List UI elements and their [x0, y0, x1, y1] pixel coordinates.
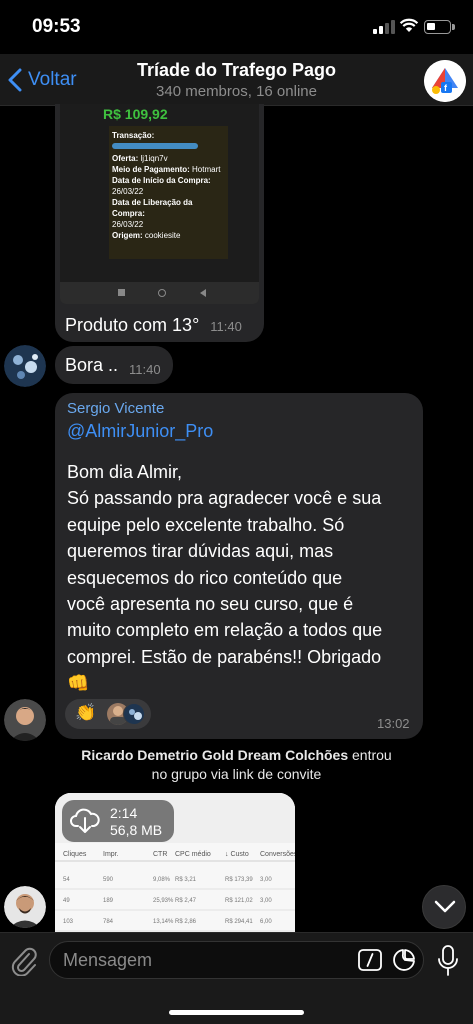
message-text: Bom dia Almir, Só passando pra agradecer…: [67, 462, 383, 694]
redacted-transaction: [112, 143, 198, 149]
table-cell: 3,00: [260, 898, 272, 904]
wifi-icon: [399, 18, 419, 32]
back-button[interactable]: Voltar: [8, 64, 77, 96]
message-time: 13:02: [377, 716, 410, 731]
message-bubble[interactable]: Bora .. 11:40: [55, 346, 173, 384]
microphone-icon[interactable]: [438, 945, 458, 977]
image-caption: Produto com 13° 11:40: [65, 315, 242, 335]
table-header-cell: CTR: [153, 851, 167, 858]
table-cell: 784: [103, 919, 114, 925]
table-cell: R$ 3,21: [175, 877, 197, 883]
table-cell: 49: [63, 898, 70, 904]
table-header-cell: Cliques: [63, 851, 87, 858]
table-cell: 25,93%: [153, 898, 174, 904]
cloud-download-icon: [70, 808, 100, 833]
receipt-screenshot[interactable]: R$ 109,92 Transação: Oferta: lj1iqn7v Me…: [60, 104, 259, 304]
back-label: Voltar: [28, 69, 77, 90]
battery-icon: [424, 20, 455, 34]
message-bubble-long[interactable]: Sergio Vicente @AlmirJunior_Pro Bom dia …: [55, 393, 423, 739]
user-avatar-icon: [4, 699, 46, 741]
sender-name[interactable]: Sergio Vicente: [67, 400, 164, 417]
message-time: 11:40: [210, 319, 242, 334]
table-cell: 6,00: [260, 919, 272, 925]
table-header-cell: CPC médio: [175, 851, 211, 858]
table-cell: 590: [103, 877, 114, 883]
table-cell: R$ 2,47: [175, 898, 197, 904]
clap-reaction: 👏: [75, 703, 97, 722]
table-cell: R$ 294,41: [225, 919, 253, 925]
table-cell: 103: [63, 919, 74, 925]
table-cell: 3,00: [260, 877, 272, 883]
receipt-details: Transação: Oferta: lj1iqn7v Meio de Paga…: [109, 126, 228, 259]
table-cell: 9,08%: [153, 877, 171, 883]
reactor-avatar: [123, 703, 145, 725]
chat-title[interactable]: Tríade do Trafego Pago: [100, 60, 373, 81]
mention-link[interactable]: @AlmirJunior_Pro: [67, 421, 213, 442]
system-message: Ricardo Demetrio Gold Dream Colchões ent…: [81, 747, 392, 782]
avatar[interactable]: [4, 345, 46, 387]
table-header-cell: Impr.: [103, 851, 119, 858]
chat-subtitle: 340 membros, 16 online: [156, 83, 317, 100]
avatar[interactable]: [4, 886, 46, 928]
table-cell: R$ 2,86: [175, 919, 197, 925]
chevron-left-icon: [8, 68, 22, 92]
transacao-label: Transação:: [112, 131, 155, 140]
group-logo-icon: f: [424, 60, 466, 102]
table-cell: 13,14%: [153, 919, 174, 925]
download-button[interactable]: 2:14 56,8 MB: [62, 800, 174, 842]
table-header-cell: ↓ Custo: [225, 851, 249, 858]
user-avatar-icon: [4, 886, 46, 928]
chat-header: Voltar Tríade do Trafego Pago 340 membro…: [0, 54, 473, 106]
bot-commands-icon[interactable]: [358, 949, 382, 971]
joined-user-name[interactable]: Ricardo Demetrio Gold Dream Colchões: [81, 747, 348, 763]
message-text: Bora ..: [65, 355, 119, 375]
sticker-icon[interactable]: [392, 948, 416, 972]
chevron-down-icon: [434, 900, 456, 913]
user-avatar-icon: [4, 345, 46, 387]
home-indicator: [169, 1010, 304, 1015]
table-cell: 54: [63, 877, 70, 883]
image-message-bubble[interactable]: R$ 109,92 Transação: Oferta: lj1iqn7v Me…: [55, 104, 264, 342]
message-input-bar: [0, 932, 473, 1024]
group-avatar[interactable]: f: [424, 60, 466, 102]
avatar[interactable]: [4, 699, 46, 741]
video-duration: 2:14: [110, 805, 138, 821]
signal-icon: [373, 20, 395, 34]
table-cell: 189: [103, 898, 114, 904]
video-size: 56,8 MB: [110, 822, 163, 838]
reaction-pill[interactable]: 👏: [65, 699, 151, 729]
paperclip-icon[interactable]: [10, 946, 38, 976]
table-cell: R$ 173,39: [225, 877, 253, 883]
table-cell: R$ 121,02: [225, 898, 253, 904]
table-header-cell: Conversões: [260, 851, 295, 858]
receipt-price: R$ 109,92: [103, 106, 168, 122]
status-bar: 09:53: [0, 0, 473, 54]
android-nav-bar: [60, 282, 259, 304]
message-time: 11:40: [129, 362, 161, 377]
video-message-bubble[interactable]: Cliques Impr. CTR CPC médio ↓ Custo Conversõe…: [55, 793, 295, 938]
scroll-down-button[interactable]: [422, 885, 466, 929]
status-time: 09:53: [32, 16, 81, 37]
